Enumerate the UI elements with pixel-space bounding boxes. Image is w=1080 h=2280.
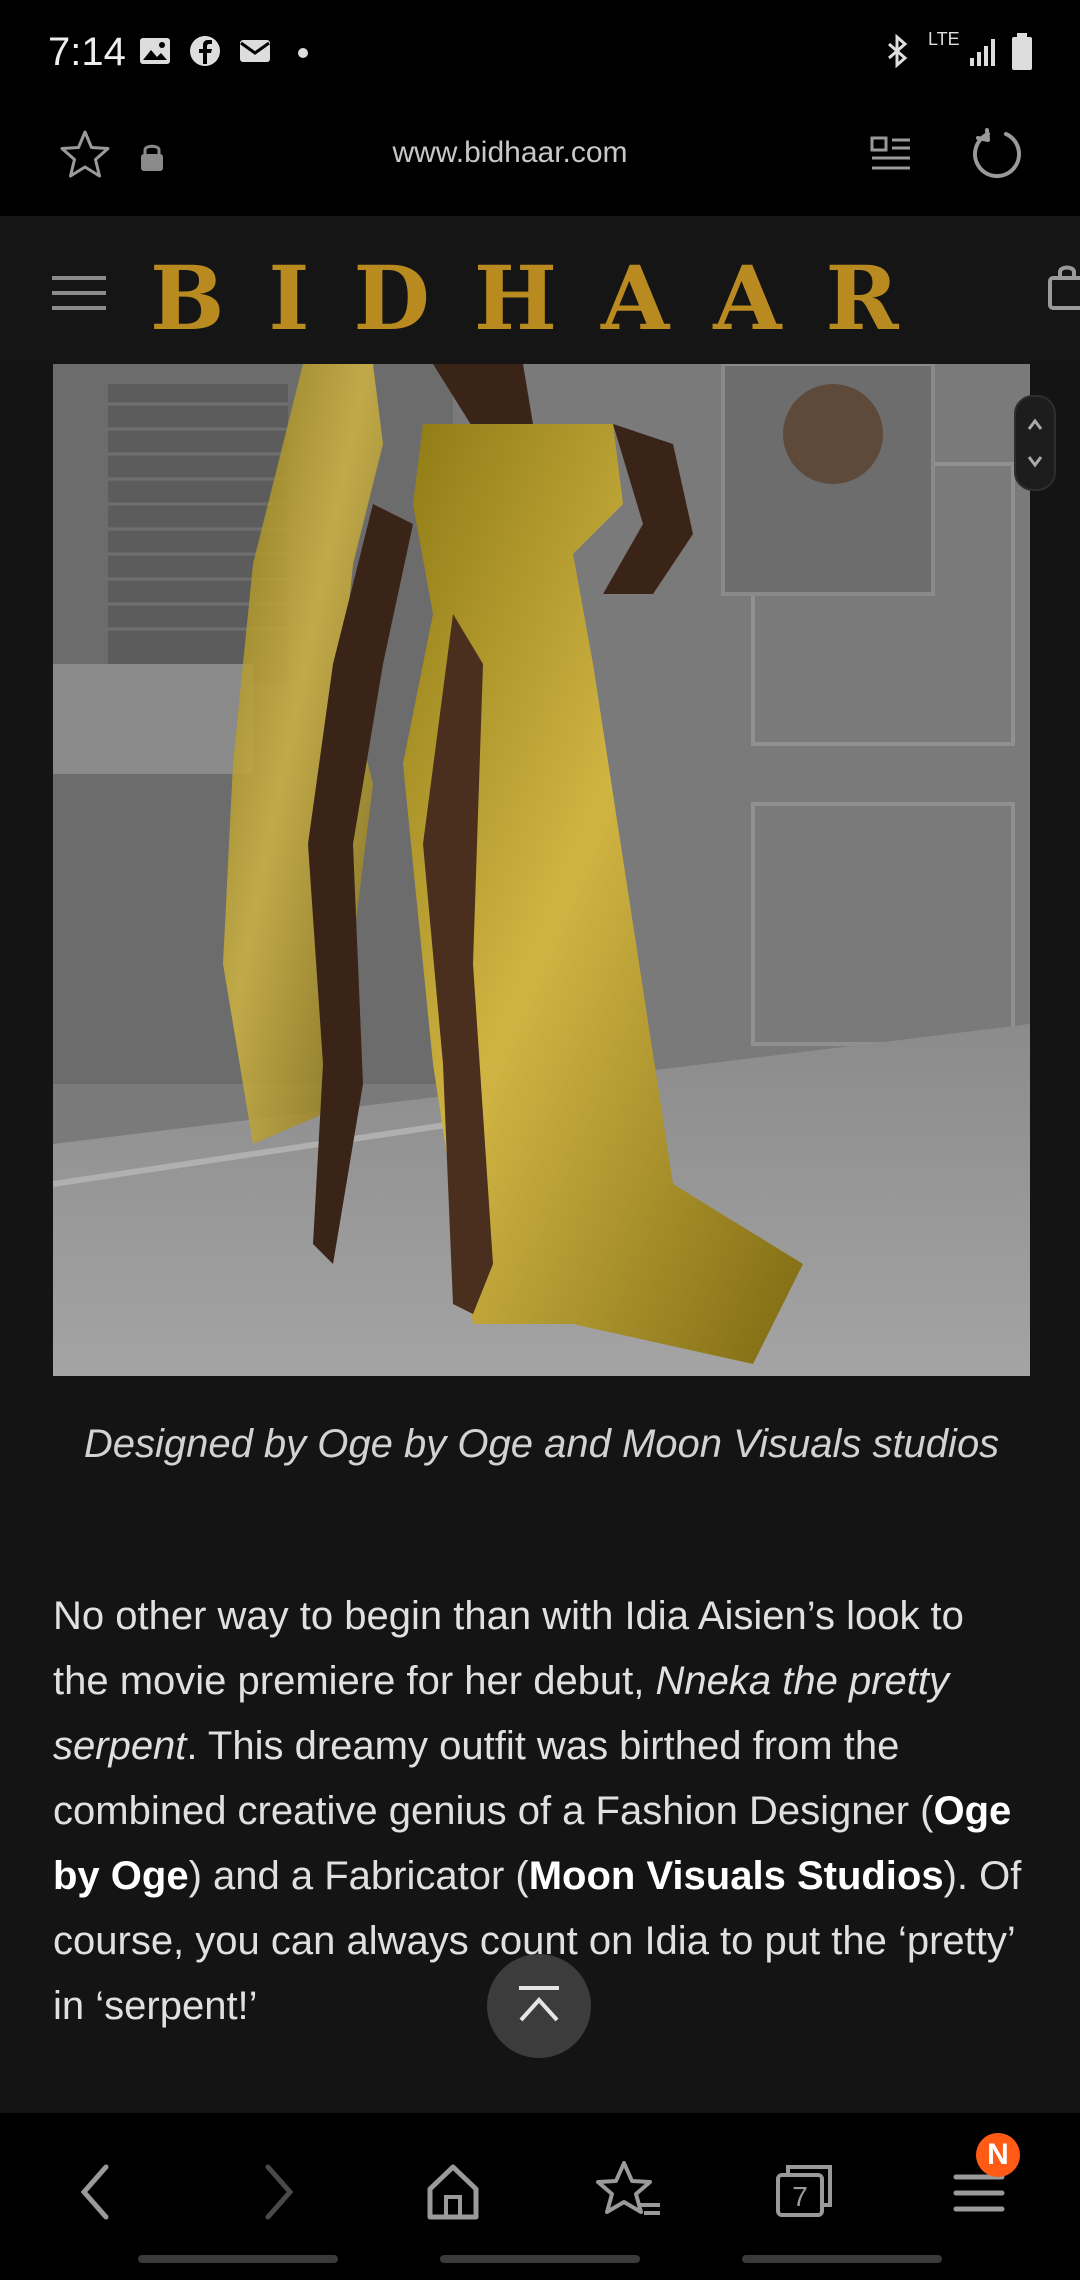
scroll-handle[interactable] xyxy=(1014,395,1056,491)
reader-mode-icon[interactable] xyxy=(868,132,914,178)
bluetooth-icon xyxy=(888,34,908,68)
bottom-navigation: 7 N xyxy=(0,2113,1080,2280)
home-icon[interactable] xyxy=(408,2147,498,2237)
bookmarks-icon[interactable] xyxy=(584,2147,674,2237)
status-bar: 7:14 LTE xyxy=(0,0,1080,108)
gold-dress-photo xyxy=(53,364,1030,1376)
reload-icon[interactable] xyxy=(968,126,1024,182)
paragraph-text-2: . This dreamy outfit was birthed from th… xyxy=(53,1724,934,1833)
chevron-up-icon xyxy=(519,1986,559,2022)
image-caption: Designed by Oge by Oge and Moon Visuals … xyxy=(83,1422,1000,1466)
browser-toolbar: www.bidhaar.com xyxy=(0,108,1080,218)
back-icon[interactable] xyxy=(52,2147,142,2237)
lock-icon xyxy=(141,144,163,171)
site-logo[interactable]: BIDHAAR xyxy=(150,246,910,350)
url-text[interactable]: www.bidhaar.com xyxy=(300,136,720,170)
gesture-bar-center xyxy=(440,2255,640,2263)
article-image xyxy=(53,364,1030,1376)
forward-icon[interactable] xyxy=(232,2147,322,2237)
cart-icon[interactable] xyxy=(1046,262,1080,314)
lte-indicator: LTE xyxy=(928,29,960,49)
status-time: 7:14 xyxy=(48,30,126,74)
paragraph-text-3: ) and a Fabricator ( xyxy=(188,1854,529,1898)
battery-icon xyxy=(1012,33,1032,70)
fabricator-link[interactable]: Moon Visuals Studios xyxy=(529,1854,944,1898)
tabs-button[interactable]: 7 xyxy=(758,2147,848,2237)
mail-icon xyxy=(240,40,270,62)
scroll-arrows-icon xyxy=(1027,418,1043,468)
menu-badge: N xyxy=(976,2133,1020,2177)
gesture-bar-left xyxy=(138,2255,338,2263)
gallery-icon xyxy=(140,38,170,64)
signal-icon xyxy=(970,39,995,66)
notification-dot xyxy=(298,48,308,58)
star-icon[interactable] xyxy=(58,128,112,182)
facebook-icon xyxy=(190,36,220,66)
site-header: BIDHAAR xyxy=(0,216,1080,364)
tabs-count: 7 xyxy=(792,2181,808,2212)
hamburger-icon[interactable] xyxy=(52,274,106,312)
scroll-to-top-button[interactable] xyxy=(487,1954,591,2058)
gesture-bar-right xyxy=(742,2255,942,2263)
